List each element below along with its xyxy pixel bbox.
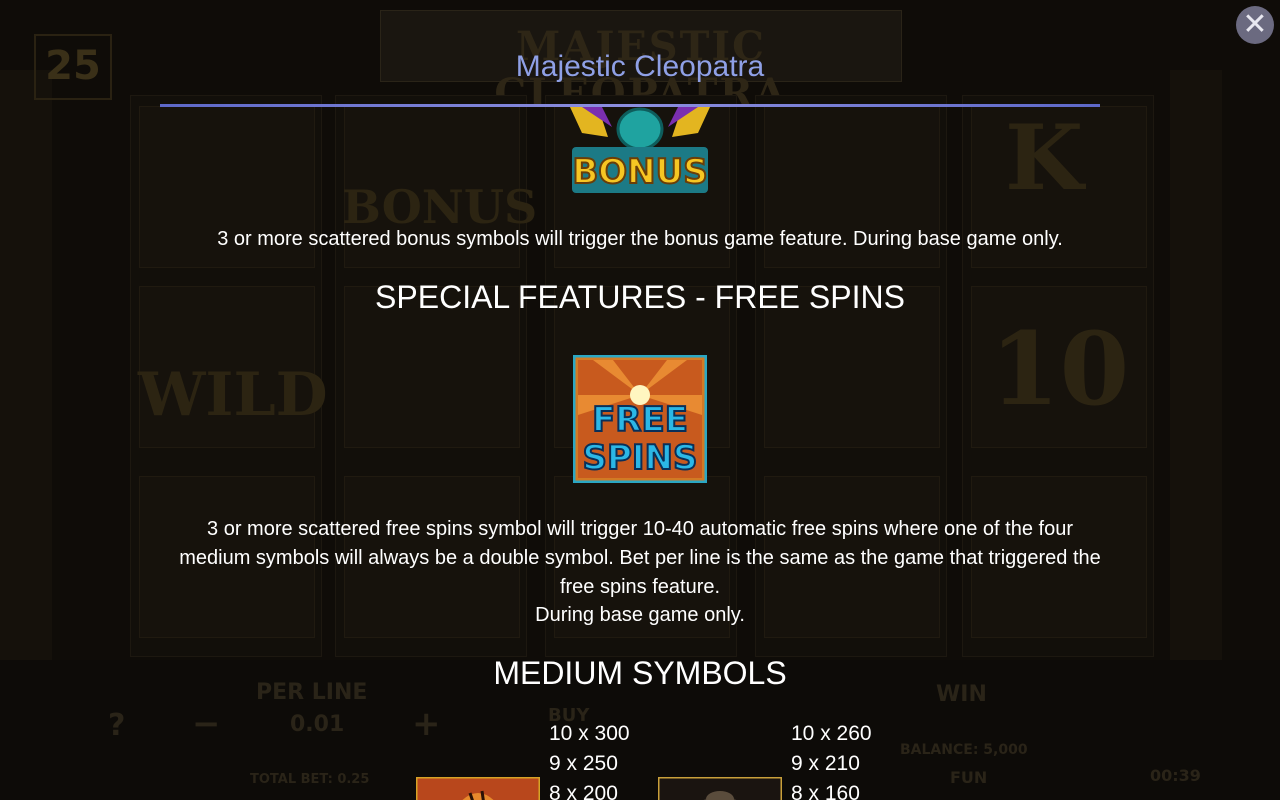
snake-symbol-icon bbox=[658, 777, 782, 800]
tiger-pay-9: 9 x 250 bbox=[549, 752, 618, 775]
free-spins-description-line1: 3 or more scattered free spins symbol wi… bbox=[207, 518, 1073, 540]
paytable-dialog: ✕ Majestic Cleopatra BONUS 3 or more sca… bbox=[0, 0, 1280, 800]
free-spins-description-line3: free spins feature. bbox=[559, 576, 721, 598]
bonus-symbol-icon: BONUS bbox=[570, 107, 710, 193]
tiger-symbol-icon bbox=[416, 777, 540, 800]
bonus-symbol-text: BONUS bbox=[572, 152, 707, 192]
free-spins-heading: SPECIAL FEATURES - FREE SPINS bbox=[375, 279, 905, 315]
tiger-pay-8: 8 x 200 bbox=[549, 782, 618, 800]
free-spins-symbol-line1: FREE bbox=[592, 400, 688, 440]
free-spins-description-line4: During base game only. bbox=[535, 604, 745, 626]
snake-pay-10: 10 x 260 bbox=[791, 722, 872, 745]
paytable-scroll-area[interactable]: BONUS 3 or more scattered bonus symbols … bbox=[0, 107, 1280, 800]
dialog-title: Majestic Cleopatra bbox=[515, 50, 765, 83]
free-spins-description-line2: medium symbols will always be a double s… bbox=[179, 547, 1101, 569]
bonus-description: 3 or more scattered bonus symbols will t… bbox=[217, 228, 1063, 250]
tiger-pay-10: 10 x 300 bbox=[549, 722, 630, 745]
close-button[interactable]: ✕ bbox=[1236, 6, 1274, 44]
snake-pay-8: 8 x 160 bbox=[791, 782, 860, 800]
medium-symbols-heading: MEDIUM SYMBOLS bbox=[493, 655, 787, 691]
free-spins-symbol-icon: FREE SPINS bbox=[573, 355, 707, 483]
free-spins-symbol-line2: SPINS bbox=[583, 438, 698, 478]
snake-pay-9: 9 x 210 bbox=[791, 752, 860, 775]
